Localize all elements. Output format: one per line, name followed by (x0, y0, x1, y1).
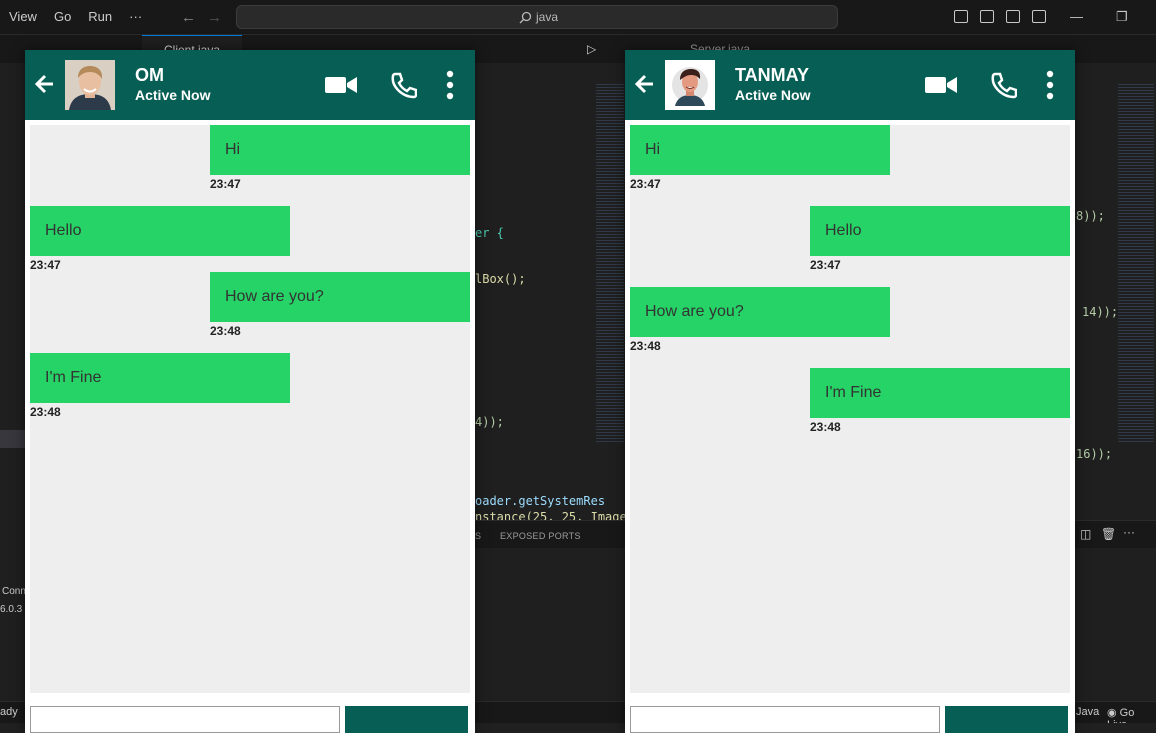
menu-more[interactable]: ··· (129, 9, 142, 24)
message-input[interactable] (630, 706, 940, 733)
command-search[interactable]: java (236, 5, 838, 29)
sidebar-selection (0, 430, 25, 448)
minimap-right (1118, 82, 1154, 442)
menu-view[interactable]: View (9, 9, 37, 24)
chat-window-om: OM Active Now Hi 23:47 Hello 23:47 How a… (25, 50, 475, 733)
toggle-panel-icon[interactable] (980, 10, 994, 23)
code-fragment: er { (475, 226, 504, 240)
message-time: 23:47 (630, 177, 661, 191)
more-icon[interactable]: ··· (1123, 525, 1135, 539)
message-bubble-received: Hi (630, 125, 890, 175)
message-bubble-sent: How are you? (210, 272, 470, 322)
menu-run[interactable]: Run (88, 9, 112, 24)
chat-area: Hi 23:47 Hello 23:47 How are you? 23:48 … (630, 125, 1070, 693)
avatar (65, 60, 115, 110)
message-time: 23:48 (630, 339, 661, 353)
phone-icon[interactable] (989, 71, 1017, 99)
message-bubble-received: I'm Fine (30, 353, 290, 403)
code-fragment: 4)); (475, 415, 504, 429)
search-text: java (536, 10, 559, 24)
panel-tab-partial[interactable]: S (475, 531, 481, 541)
contact-status: Active Now (735, 87, 811, 103)
menu-go[interactable]: Go (54, 9, 71, 24)
message-time: 23:48 (30, 405, 61, 419)
toggle-secondary-sidebar-icon[interactable] (1006, 10, 1020, 23)
more-vertical-icon[interactable] (443, 69, 457, 101)
back-arrow-icon[interactable] (33, 72, 57, 96)
minimap-left (596, 82, 624, 442)
side-text: 6.0.3 (0, 604, 23, 615)
back-arrow-icon[interactable] (633, 72, 657, 96)
trash-icon[interactable]: 🗑 (1101, 527, 1116, 541)
chat-window-tanmay: TANMAY Active Now Hi 23:47 Hello 23:47 H… (625, 50, 1075, 733)
split-panel-icon[interactable]: ◫ (1080, 527, 1091, 541)
message-bubble-sent: I'm Fine (810, 368, 1070, 418)
phone-icon[interactable] (389, 71, 417, 99)
message-bubble-received: Hello (30, 206, 290, 256)
send-button[interactable] (945, 706, 1068, 733)
customize-layout-icon[interactable] (1032, 10, 1046, 23)
toggle-sidebar-icon[interactable] (954, 10, 968, 23)
message-bubble-sent: Hi (210, 125, 470, 175)
layout-controls (954, 10, 1046, 23)
panel-tab-ports[interactable]: EXPOSED PORTS (500, 531, 581, 541)
panel-bar-right: ◫ 🗑 ··· (1075, 520, 1156, 548)
code-fragment: lBox(); (475, 272, 526, 286)
nav-forward-icon[interactable]: → (207, 9, 222, 26)
vscode-menu: View Go Run ··· (9, 9, 142, 24)
code-fragment: 16)); (1076, 447, 1113, 461)
video-call-icon[interactable] (925, 74, 957, 96)
message-bubble-sent: Hello (810, 206, 1070, 256)
restore-icon[interactable]: ❐ (1116, 9, 1128, 25)
contact-status: Active Now (135, 87, 211, 103)
code-fragment: 14)); (1082, 305, 1119, 319)
video-call-icon[interactable] (325, 74, 357, 96)
avatar-cartoon-icon (665, 60, 715, 110)
message-time: 23:47 (810, 258, 841, 272)
code-fragment: oader.getSystemRes (475, 494, 606, 508)
send-button[interactable] (345, 706, 468, 733)
nav-back-icon[interactable]: ← (181, 9, 196, 26)
status-language[interactable]: Java (1076, 706, 1099, 718)
message-time: 23:47 (30, 258, 61, 272)
code-fragment: 8)); (1076, 209, 1105, 223)
message-input[interactable] (30, 706, 340, 733)
avatar-photo-icon (65, 60, 115, 110)
avatar (665, 60, 715, 110)
minimize-icon[interactable]: — (1070, 9, 1083, 24)
chat-area: Hi 23:47 Hello 23:47 How are you? 23:48 … (30, 125, 470, 693)
status-ready: ady (0, 706, 18, 718)
contact-name: TANMAY (735, 65, 810, 85)
message-time: 23:48 (210, 324, 241, 338)
message-time: 23:48 (810, 420, 841, 434)
search-icon (519, 11, 532, 23)
vscode-titlebar: View Go Run ··· ← → java — ❐ (0, 0, 1156, 35)
chat-header: OM Active Now (25, 50, 475, 120)
message-time: 23:47 (210, 177, 241, 191)
chat-header: TANMAY Active Now (625, 50, 1075, 120)
run-icon[interactable]: ▷ (587, 42, 596, 56)
more-vertical-icon[interactable] (1043, 69, 1057, 101)
code-fragment: nstance(25, 25, Image.S (475, 510, 642, 520)
message-bubble-received: How are you? (630, 287, 890, 337)
contact-name: OM (135, 65, 164, 85)
panel-bar-left: S EXPOSED PORTS (475, 520, 625, 548)
side-text: Conn (2, 586, 26, 597)
